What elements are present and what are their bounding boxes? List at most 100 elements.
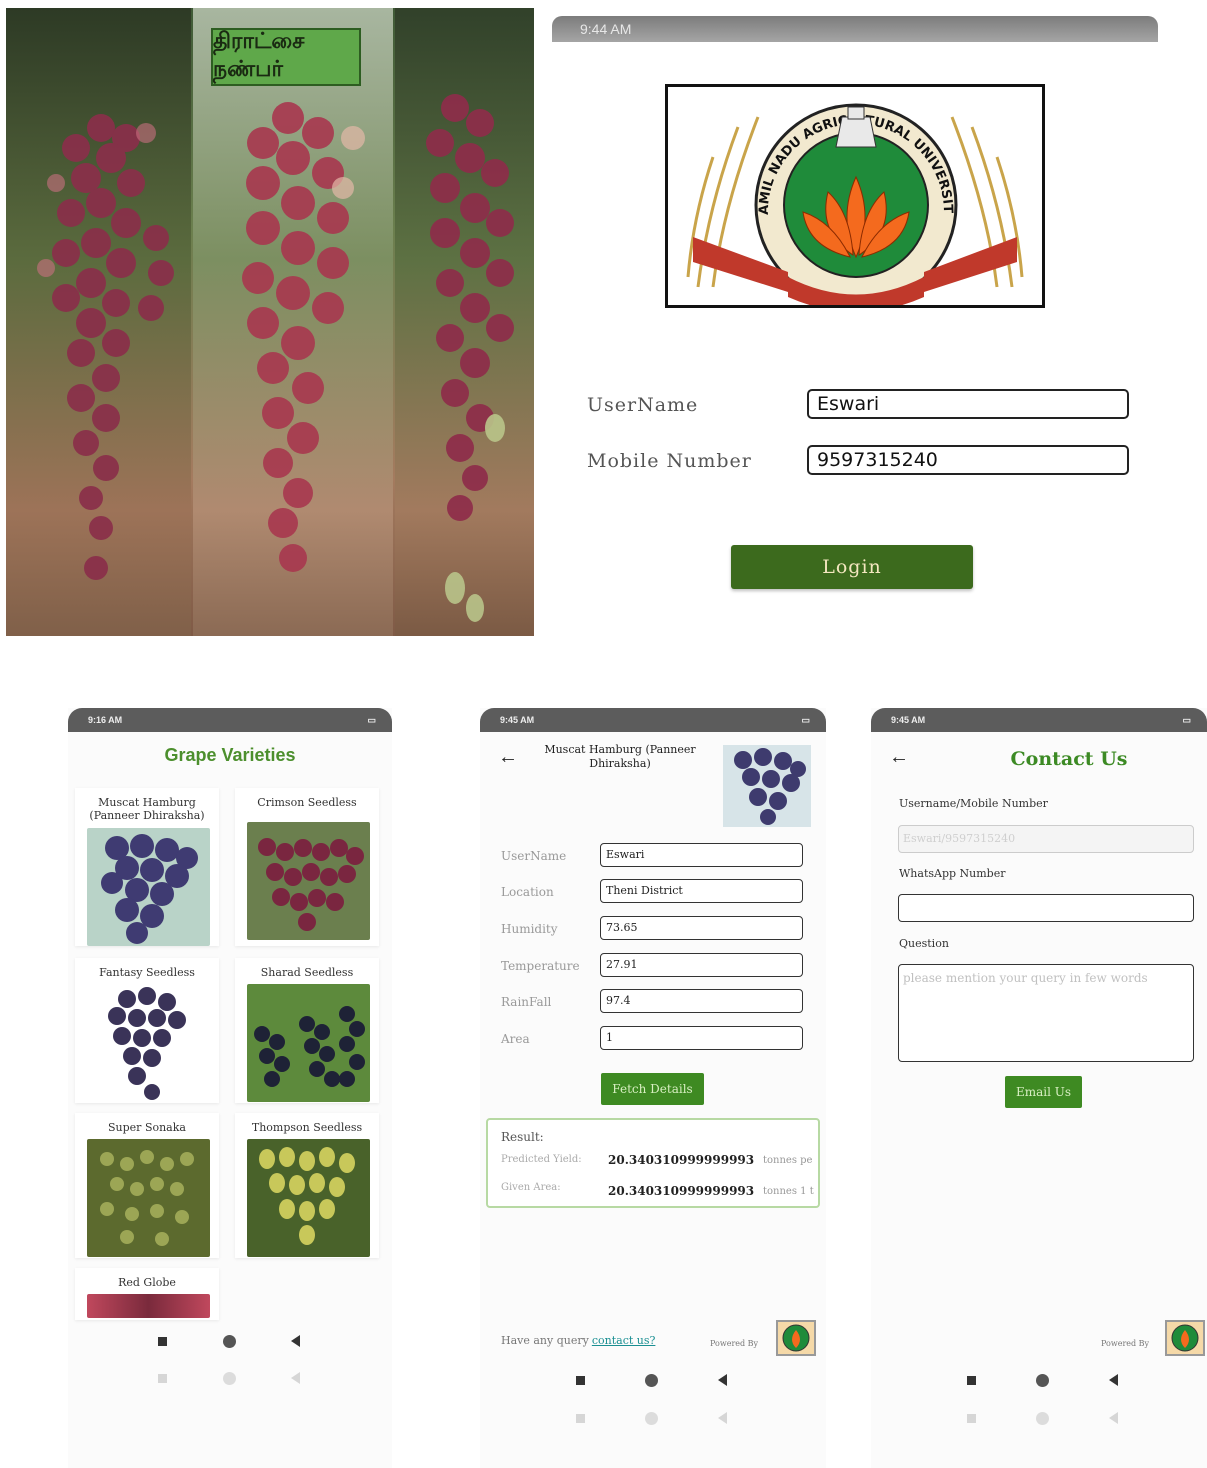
- field-label: Humidity: [501, 922, 558, 936]
- back-icon: [1109, 1412, 1118, 1424]
- variety-image: [87, 1294, 210, 1318]
- email-us-button[interactable]: Email Us: [1005, 1076, 1082, 1108]
- powered-by-label: Powered By: [710, 1339, 759, 1348]
- grape-cluster-image: [258, 838, 364, 931]
- recents-icon: [967, 1414, 976, 1423]
- variety-thumbnail: [723, 745, 811, 827]
- variety-image: [87, 984, 210, 1102]
- variety-name: Thompson Seedless: [251, 1121, 363, 1134]
- variety-image: [87, 828, 210, 946]
- grape-cluster-image: [101, 834, 198, 944]
- status-time: 9:44 AM: [580, 21, 632, 37]
- fetch-details-button[interactable]: Fetch Details: [601, 1073, 704, 1105]
- rainfall-field[interactable]: 97.4: [600, 989, 803, 1013]
- back-icon: [718, 1412, 727, 1424]
- page-title: Grape Varieties: [164, 745, 296, 765]
- grape-photo-right: [395, 8, 534, 636]
- grape-cluster-image: [108, 987, 186, 1100]
- contact-us-screen: 9:45 AM ▭ ← Contact Us Username/Mobile N…: [871, 708, 1207, 1468]
- recents-icon[interactable]: [967, 1376, 976, 1385]
- variety-card-fantasy[interactable]: Fantasy Seedless: [75, 958, 219, 1103]
- humidity-field[interactable]: 73.65: [600, 916, 803, 940]
- powered-by-label: Powered By: [1101, 1339, 1150, 1348]
- username-field[interactable]: Eswari: [600, 843, 803, 867]
- location-field[interactable]: Theni District: [600, 879, 803, 903]
- reflection: [480, 1410, 826, 1430]
- variety-name: Fantasy Seedless: [99, 966, 195, 979]
- home-icon[interactable]: [223, 1335, 236, 1348]
- mobile-input[interactable]: 9597315240: [807, 445, 1129, 475]
- status-bar: 9:44 AM: [552, 16, 1158, 42]
- back-icon[interactable]: [1109, 1374, 1118, 1386]
- variety-card-crimson[interactable]: Crimson Seedless: [235, 788, 379, 946]
- variety-name: Super Sonaka: [108, 1121, 186, 1134]
- back-icon[interactable]: [718, 1374, 727, 1386]
- variety-image: [87, 1139, 210, 1257]
- username-label: Username/Mobile Number: [899, 797, 1048, 810]
- battery-icon: ▭: [801, 715, 810, 725]
- login-screen: 9:44 AM TAMIL NADU AGRICULTURAL UNIVERSI…: [546, 8, 1158, 620]
- variety-card-thompson[interactable]: Thompson Seedless: [235, 1113, 379, 1258]
- variety-card-super-sonaka[interactable]: Super Sonaka: [75, 1113, 219, 1258]
- whatsapp-label: WhatsApp Number: [899, 867, 1006, 880]
- login-button[interactable]: Login: [731, 545, 973, 589]
- username-label: UserName: [587, 394, 699, 416]
- whatsapp-field[interactable]: [898, 894, 1194, 922]
- query-text: Have any query: [501, 1334, 589, 1347]
- status-time: 9:16 AM: [88, 715, 123, 725]
- page-title: Contact Us: [1010, 748, 1128, 770]
- field-label: UserName: [501, 849, 567, 863]
- grape-bunch-middle: [242, 102, 365, 572]
- battery-icon: ▭: [367, 715, 376, 725]
- back-arrow-icon[interactable]: ←: [498, 746, 518, 769]
- area-field[interactable]: 1: [600, 1026, 803, 1050]
- back-icon[interactable]: [291, 1335, 300, 1347]
- splash-screen: திராட்சை நண்பர்: [6, 8, 534, 636]
- given-area-unit: tonnes 1 t: [763, 1186, 814, 1197]
- field-label: Location: [501, 885, 554, 899]
- field-label: Area: [501, 1032, 530, 1046]
- home-icon[interactable]: [1036, 1374, 1049, 1387]
- android-nav-bar: [480, 1372, 826, 1392]
- grape-cluster-image: [254, 1006, 365, 1087]
- home-icon[interactable]: [645, 1374, 658, 1387]
- given-area-value: 20.340310999999993: [608, 1184, 755, 1198]
- variety-card-red-globe[interactable]: Red Globe: [75, 1268, 219, 1320]
- variety-image: [247, 984, 370, 1102]
- predicted-yield-value: 20.340310999999993: [608, 1153, 755, 1167]
- tnau-logo-icon: [782, 1324, 810, 1352]
- variety-name: Crimson Seedless: [257, 796, 357, 809]
- variety-card-sharad[interactable]: Sharad Seedless: [235, 958, 379, 1103]
- recents-icon[interactable]: [158, 1337, 167, 1346]
- status-bar: 9:16 AM ▭: [68, 708, 392, 732]
- grape-bunch-left: [37, 114, 174, 580]
- query-footer: Have any query contact us?: [501, 1334, 655, 1347]
- android-nav-bar: [68, 1333, 392, 1353]
- variety-card-muscat[interactable]: Muscat Hamburg (Panneer Dhiraksha): [75, 788, 219, 946]
- username-input[interactable]: Eswari: [807, 389, 1129, 419]
- field-label: RainFall: [501, 995, 552, 1009]
- tnau-mini-logo: [776, 1320, 816, 1356]
- battery-icon: ▭: [1182, 715, 1191, 725]
- recents-icon[interactable]: [576, 1376, 585, 1385]
- grape-bunch-right: [426, 94, 514, 622]
- home-icon: [1036, 1412, 1049, 1425]
- tnau-logo: TAMIL NADU AGRICULTURAL UNIVERSITY: [662, 76, 1045, 312]
- back-icon: [291, 1372, 300, 1384]
- predicted-yield-unit: tonnes pe: [763, 1155, 813, 1166]
- contact-us-link[interactable]: contact us?: [592, 1334, 656, 1347]
- field-label: Temperature: [501, 959, 580, 973]
- variety-name: Red Globe: [118, 1276, 176, 1289]
- tnau-emblem: TAMIL NADU AGRICULTURAL UNIVERSITY: [662, 76, 1024, 312]
- variety-image: [247, 822, 370, 940]
- temperature-field[interactable]: 27.91: [600, 953, 803, 977]
- recents-icon: [576, 1414, 585, 1423]
- home-icon: [223, 1372, 236, 1385]
- given-area-label: Given Area:: [501, 1182, 561, 1193]
- grape-cluster-image: [259, 1147, 355, 1245]
- back-arrow-icon[interactable]: ←: [889, 746, 909, 769]
- reflection: [68, 1370, 392, 1390]
- question-field[interactable]: please mention your query in few words: [898, 964, 1194, 1062]
- variety-detail-screen: 9:45 AM ▭ ← Muscat Hamburg (Panneer Dhir…: [480, 708, 826, 1468]
- tnau-logo-icon: [1171, 1324, 1199, 1352]
